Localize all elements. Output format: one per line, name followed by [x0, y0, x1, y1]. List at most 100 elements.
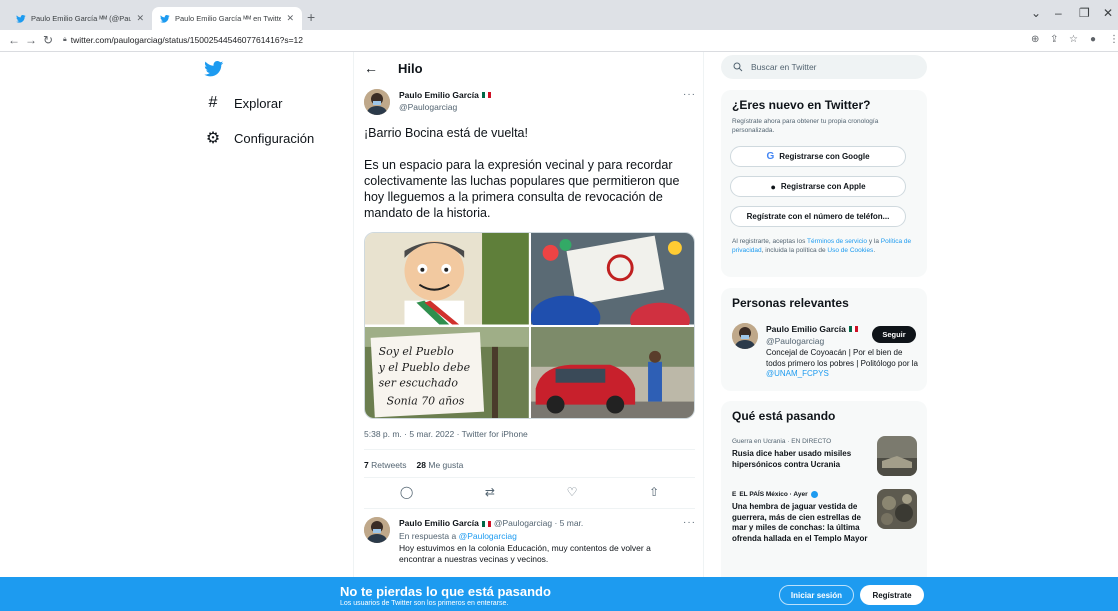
- menu-dots-icon[interactable]: ⋮: [1109, 34, 1118, 45]
- google-signup-button[interactable]: G Registrarse con Google: [730, 146, 906, 167]
- back-arrow-icon[interactable]: ←: [364, 60, 378, 76]
- tab-title: Paulo Emilio García ᴹᴹ (@Paulog: [31, 14, 132, 23]
- star-icon[interactable]: ☆: [1069, 34, 1078, 45]
- divider: [364, 508, 695, 509]
- share-icon[interactable]: ⇧: [649, 485, 659, 499]
- tweet-text-line: ¡Barrio Bocina está de vuelta!: [364, 126, 528, 140]
- relevant-handle[interactable]: @Paulogarciag: [766, 336, 824, 346]
- tab-title: Paulo Emilio García ᴹᴹ en Twitte: [175, 14, 282, 23]
- nav-item-label: Configuración: [234, 130, 315, 146]
- search-placeholder: Buscar en Twitter: [751, 62, 817, 72]
- avatar[interactable]: [364, 517, 390, 543]
- tweet-text: ¡Barrio Bocina está de vuelta! Es un esp…: [364, 125, 698, 237]
- gear-icon: ⚙: [205, 130, 221, 147]
- tab-close-icon[interactable]: ✕: [286, 13, 294, 24]
- apple-signup-button[interactable]: ● Registrarse con Apple: [730, 176, 906, 197]
- chevron-down-icon[interactable]: ⌄: [1031, 6, 1041, 20]
- forward-arrow-icon[interactable]: →: [25, 33, 37, 47]
- lock-icon: 🔒︎: [63, 36, 67, 43]
- reply-author-name[interactable]: Paulo Emilio García: [399, 518, 479, 529]
- profile-icon[interactable]: ●: [1090, 34, 1096, 45]
- divider: [364, 449, 695, 450]
- bottom-signup-bar: No te pierdas lo que está pasando Los us…: [0, 577, 1118, 611]
- nav-item-explorar[interactable]: # Explorar: [204, 94, 283, 112]
- cookies-link[interactable]: Uso de Cookies: [827, 247, 873, 254]
- apple-icon: ●: [770, 181, 776, 192]
- mexico-flag-icon: [481, 520, 491, 527]
- tweet-stats: 7 Retweets 28 Me gusta: [364, 460, 463, 470]
- svg-text:Sonia 70 años: Sonia 70 años: [387, 394, 465, 407]
- legal-text: Al registrarte, aceptas los Términos de …: [732, 238, 912, 254]
- trend-headline[interactable]: Una hembra de jaguar vestida de guerrera…: [732, 502, 870, 544]
- avatar[interactable]: [732, 323, 758, 349]
- install-icon[interactable]: ⊕: [1031, 34, 1039, 45]
- signup-button[interactable]: Regístrate: [860, 585, 924, 605]
- browser-tab-bar: Paulo Emilio García ᴹᴹ (@Paulog ✕ Paulo …: [0, 0, 1118, 30]
- avatar[interactable]: [364, 89, 390, 115]
- new-tab-icon[interactable]: +: [307, 9, 315, 25]
- nav-item-label: Explorar: [234, 95, 283, 111]
- media-image-kids-painting[interactable]: [530, 233, 694, 325]
- retweet-icon[interactable]: ⇄: [485, 485, 495, 499]
- newspaper-logo-icon: E: [732, 491, 737, 498]
- url-field[interactable]: 🔒︎ twitter.com/paulogarciag/status/15002…: [63, 35, 303, 45]
- terms-link[interactable]: Términos de servicio: [807, 238, 867, 245]
- tab-close-icon[interactable]: ✕: [136, 13, 144, 24]
- more-options-icon[interactable]: ···: [683, 517, 696, 528]
- minimize-icon[interactable]: –: [1055, 6, 1062, 20]
- media-image-cartoon[interactable]: [365, 233, 529, 325]
- trend-meta: Guerra en Ucrania · EN DIRECTO: [732, 438, 832, 445]
- card-title: Qué está pasando: [732, 409, 836, 423]
- card-title: ¿Eres nuevo en Twitter?: [732, 98, 871, 112]
- retweets-stat[interactable]: 7 Retweets: [364, 460, 407, 470]
- author-handle[interactable]: @Paulogarciag: [399, 102, 457, 112]
- card-title: Personas relevantes: [732, 296, 849, 310]
- reload-icon[interactable]: ↻: [43, 33, 53, 47]
- author-name[interactable]: Paulo Emilio García: [399, 90, 491, 100]
- card-subtitle: Regístrate ahora para obtener tu propia …: [732, 118, 879, 134]
- like-icon[interactable]: ♡: [567, 485, 578, 499]
- login-button[interactable]: Iniciar sesión: [779, 585, 854, 605]
- svg-text:y el Pueblo debe: y el Pueblo debe: [378, 360, 471, 373]
- google-icon: G: [766, 151, 775, 162]
- tweet-text-line: Es un espacio para la expresión vecinal …: [364, 158, 680, 220]
- thread-header: ← Hilo: [364, 60, 423, 76]
- browser-tab-1[interactable]: Paulo Emilio García ᴹᴹ (@Paulog ✕: [8, 7, 152, 30]
- hash-icon: #: [208, 94, 218, 111]
- trend-headline[interactable]: Rusia dice haber usado misiles hipersóni…: [732, 449, 870, 470]
- tweet-media-grid[interactable]: Soy el Pueblo y el Pueblo debe ser escuc…: [364, 232, 695, 419]
- relevant-bio: Concejal de Coyoacán | Por el bien de to…: [766, 348, 918, 378]
- page-title: Hilo: [398, 60, 423, 76]
- reply-icon[interactable]: ◯: [400, 485, 413, 499]
- trend-image[interactable]: [877, 489, 917, 529]
- search-input[interactable]: Buscar en Twitter: [721, 55, 927, 79]
- phone-signup-button[interactable]: Regístrate con el número de teléfon...: [730, 206, 906, 227]
- close-window-icon[interactable]: ✕: [1103, 6, 1113, 20]
- relevant-name[interactable]: Paulo Emilio García: [766, 324, 858, 334]
- tweet-timestamp[interactable]: 5:38 p. m. · 5 mar. 2022 · Twitter for i…: [364, 429, 528, 439]
- follow-button[interactable]: Seguir: [872, 326, 916, 343]
- trends-card: Qué está pasando Guerra en Ucrania · EN …: [721, 401, 927, 577]
- nav-item-configuracion[interactable]: ⚙ Configuración: [204, 128, 314, 148]
- twitter-bird-icon: [16, 14, 26, 23]
- main-column: ← Hilo Paulo Emilio García @Paulogarciag…: [353, 52, 704, 577]
- media-image-street-car[interactable]: [530, 326, 694, 418]
- reply-meta: @Paulogarciag · 5 mar.: [493, 518, 584, 528]
- tweet-actions: ◯ ⇄ ♡ ⇧: [364, 485, 695, 499]
- trend-image[interactable]: [877, 436, 917, 476]
- media-image-protest-sign[interactable]: Soy el Pueblo y el Pueblo debe ser escuc…: [365, 326, 529, 418]
- svg-text:ser escuchado: ser escuchado: [379, 376, 459, 389]
- twitter-logo-icon[interactable]: [204, 61, 224, 77]
- browser-tab-2[interactable]: Paulo Emilio García ᴹᴹ en Twitte ✕: [152, 7, 302, 30]
- reply-text: Hoy estuvimos en la colonia Educación, m…: [399, 543, 651, 564]
- search-icon: [733, 62, 743, 72]
- reply-mention-link[interactable]: @Paulogarciag: [459, 531, 517, 541]
- share-icon[interactable]: ⇪: [1050, 34, 1058, 45]
- restore-icon[interactable]: ❐: [1079, 6, 1090, 20]
- back-arrow-icon[interactable]: ←: [8, 33, 20, 47]
- more-options-icon[interactable]: ···: [683, 89, 696, 100]
- bio-link[interactable]: @UNAM_FCPYS: [766, 369, 829, 378]
- likes-stat[interactable]: 28 Me gusta: [417, 460, 464, 470]
- verified-badge-icon: [810, 491, 818, 498]
- mexico-flag-icon: [481, 92, 491, 98]
